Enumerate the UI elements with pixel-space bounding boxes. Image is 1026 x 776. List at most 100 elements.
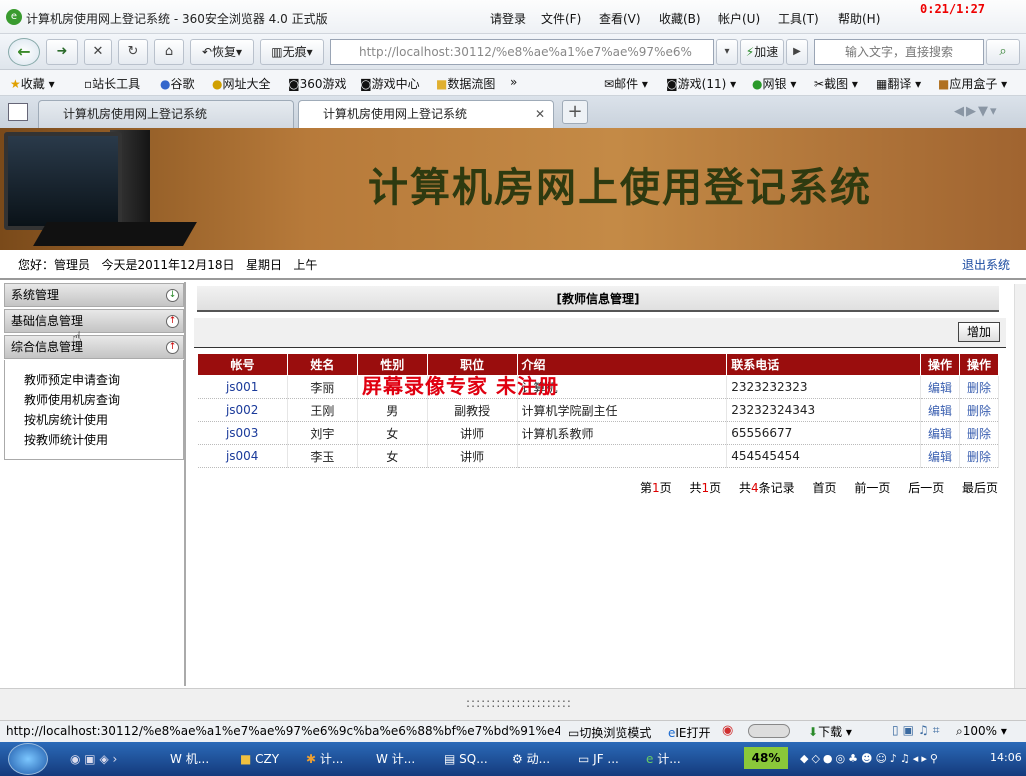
last-page-link[interactable]: 最后页 xyxy=(962,481,998,495)
sidebar-section-system[interactable]: 系统管理 ↓ xyxy=(4,283,184,307)
sidebar-item-room-stats[interactable]: 按机房统计使用 xyxy=(24,411,108,428)
new-tab-button[interactable]: + xyxy=(562,100,588,124)
tab-label: 计算机房使用网上登记系统 xyxy=(323,107,468,121)
quick-launch-icons[interactable]: ◉ ▣ ◈ › xyxy=(70,746,117,772)
bookmark-screenshot[interactable]: ✂截图 ▾ xyxy=(814,75,858,92)
resize-handle[interactable]: ::::::::::::::::::::: xyxy=(466,696,572,710)
delete-link[interactable]: 删除 xyxy=(959,375,1000,399)
sidebar-toggle-icon[interactable] xyxy=(8,103,28,121)
toggle-switch-icon[interactable] xyxy=(748,724,790,738)
bookmark-webmaster[interactable]: ▫站长工具 xyxy=(84,75,140,92)
status-tools-icon[interactable]: ▯▣♫⌗ xyxy=(892,723,943,738)
tab-inactive[interactable]: 计算机房使用网上登记系统 xyxy=(38,100,294,128)
back-button[interactable]: ← xyxy=(8,38,40,66)
sidebar-item-teacher-stats[interactable]: 按教师统计使用 xyxy=(24,431,108,448)
system-tray-icons[interactable]: ◆◇●◎♣☻☺♪♫◂▸⚲ xyxy=(800,746,941,772)
address-dropdown[interactable]: ▾ xyxy=(716,39,738,65)
gear-icon: ⚙ xyxy=(512,752,527,766)
vertical-scrollbar[interactable] xyxy=(1014,284,1026,688)
next-page-link[interactable]: 后一页 xyxy=(908,481,944,495)
bookmark-games[interactable]: ◙游戏(11) ▾ xyxy=(666,75,736,92)
col-header-phone: 联系电话 xyxy=(726,353,922,376)
zoom-level[interactable]: ⌕100% ▾ xyxy=(956,724,1007,739)
taskbar-item-jf[interactable]: ▭ JF ... xyxy=(578,746,619,772)
switch-mode-label: 切换浏览模式 xyxy=(579,726,652,740)
address-bar[interactable]: http://localhost:30112/%e8%ae%a1%e7%ae%9… xyxy=(330,39,714,65)
refresh-button[interactable]: ↻ xyxy=(118,39,148,65)
sidebar-section-basic-info[interactable]: 基础信息管理 ↑ xyxy=(4,309,184,333)
sidebar-item-reservation-query[interactable]: 教师预定申请查询 xyxy=(24,371,120,388)
taskbar-item-dynamic[interactable]: ⚙ 动... xyxy=(512,746,550,772)
bookmark-more[interactable]: » xyxy=(510,75,517,89)
box-icon: ■ xyxy=(938,77,950,91)
delete-link[interactable]: 删除 xyxy=(959,421,1000,445)
bookmark-mail[interactable]: ✉邮件 ▾ xyxy=(604,75,648,92)
bookmark-game-center[interactable]: ◙游戏中心 xyxy=(360,75,420,92)
bookmark-appbox[interactable]: ■应用盒子 ▾ xyxy=(938,75,1007,92)
menu-view[interactable]: 查看(V) xyxy=(599,10,641,27)
edit-link[interactable]: 编辑 xyxy=(920,421,960,445)
folder-icon: ■ xyxy=(436,77,448,91)
task-label: SQ... xyxy=(459,752,488,766)
tab-active[interactable]: 计算机房使用网上登记系统 ✕ xyxy=(298,100,554,128)
taskbar-item-folder[interactable]: ■ CZY xyxy=(240,746,279,772)
start-button[interactable] xyxy=(8,743,48,775)
window-title: 计算机房使用网上登记系统 - 360安全浏览器 4.0 正式版 xyxy=(26,12,328,26)
lightning-icon: ⚡ xyxy=(745,45,755,59)
battery-indicator[interactable]: 48% xyxy=(744,747,788,769)
bookmark-dataflow[interactable]: ■数据流图 xyxy=(436,75,495,92)
menu-tools[interactable]: 工具(T) xyxy=(778,10,819,27)
prev-page-link[interactable]: 前一页 xyxy=(854,481,890,495)
menu-favorites[interactable]: 收藏(B) xyxy=(659,10,701,27)
taskbar-item-word[interactable]: W 机... xyxy=(170,746,209,772)
navigation-toolbar: ➜ ✕ ↻ ⌂ ↶恢复▾ ▥无痕▾ http://localhost:30112… xyxy=(0,34,1026,70)
menu-help[interactable]: 帮助(H) xyxy=(838,10,880,27)
add-button[interactable]: 增加 xyxy=(958,322,1000,342)
bookmark-google[interactable]: ●谷歌 xyxy=(160,75,195,92)
bookmark-bank[interactable]: ●网银 ▾ xyxy=(752,75,796,92)
tab-scroll-controls[interactable]: ◀▶▼▾ xyxy=(954,104,1018,120)
menu-file[interactable]: 文件(F) xyxy=(541,10,581,27)
restore-button[interactable]: ↶恢复▾ xyxy=(190,39,254,65)
menu-account[interactable]: 帐户(U) xyxy=(718,10,760,27)
download-button[interactable]: ⬇下载 ▾ xyxy=(808,723,852,740)
close-tab-icon[interactable]: ✕ xyxy=(535,101,545,127)
page-title: [教师信息管理] xyxy=(197,286,999,312)
delete-link[interactable]: 删除 xyxy=(959,398,1000,422)
login-menu[interactable]: 请登录 xyxy=(490,10,526,27)
stop-button[interactable]: ✕ xyxy=(84,39,112,65)
taskbar-item-sql[interactable]: ▤ SQ... xyxy=(444,746,488,772)
download-label: 下载 xyxy=(818,725,843,739)
sidebar-section-comprehensive[interactable]: 综合信息管理 ↑ xyxy=(4,335,184,359)
delete-link[interactable]: 删除 xyxy=(959,444,1000,468)
switch-mode-button[interactable]: ▭切换浏览模式 xyxy=(568,724,651,741)
go-button[interactable]: ▶ xyxy=(786,39,808,65)
incognito-button[interactable]: ▥无痕▾ xyxy=(260,39,324,65)
accelerate-button[interactable]: ⚡加速 xyxy=(740,39,784,65)
search-input[interactable]: 输入文字，直接搜索 xyxy=(814,39,984,65)
edit-link[interactable]: 编辑 xyxy=(920,444,960,468)
taskbar-item-browser[interactable]: e 计... xyxy=(646,746,681,772)
bookmark-translate[interactable]: ▦翻译 ▾ xyxy=(876,75,921,92)
first-page-link[interactable]: 首页 xyxy=(813,481,837,495)
sidebar-item-usage-query[interactable]: 教师使用机房查询 xyxy=(24,391,120,408)
edit-link[interactable]: 编辑 xyxy=(920,398,960,422)
globe-icon: ● xyxy=(212,77,223,91)
shield-icon[interactable]: ◉ xyxy=(722,723,733,738)
bookmark-360games[interactable]: ◙360游戏 xyxy=(288,75,347,92)
taskbar-item-app[interactable]: ✱ 计... xyxy=(306,746,343,772)
ie-open-button[interactable]: eIE打开 xyxy=(668,724,711,741)
bookmark-favorites[interactable]: ★收藏 ▾ xyxy=(10,75,55,92)
home-button[interactable]: ⌂ xyxy=(154,39,184,65)
taskbar-item-word2[interactable]: W 计... xyxy=(376,746,415,772)
browser-title-bar: e 计算机房使用网上登记系统 - 360安全浏览器 4.0 正式版 请登录 文件… xyxy=(0,0,1026,34)
bookmark-label: 数据流图 xyxy=(447,77,496,91)
forward-button[interactable]: ➜ xyxy=(46,39,78,65)
bookmark-label: 网银 xyxy=(762,77,787,91)
logout-link[interactable]: 退出系统 xyxy=(962,256,1010,273)
edit-link[interactable]: 编辑 xyxy=(920,375,960,399)
zoom-label: 100% xyxy=(962,724,998,738)
star-icon: ★ xyxy=(10,77,21,91)
search-button[interactable]: ⌕ xyxy=(986,39,1020,65)
bookmark-sites[interactable]: ●网址大全 xyxy=(212,75,271,92)
